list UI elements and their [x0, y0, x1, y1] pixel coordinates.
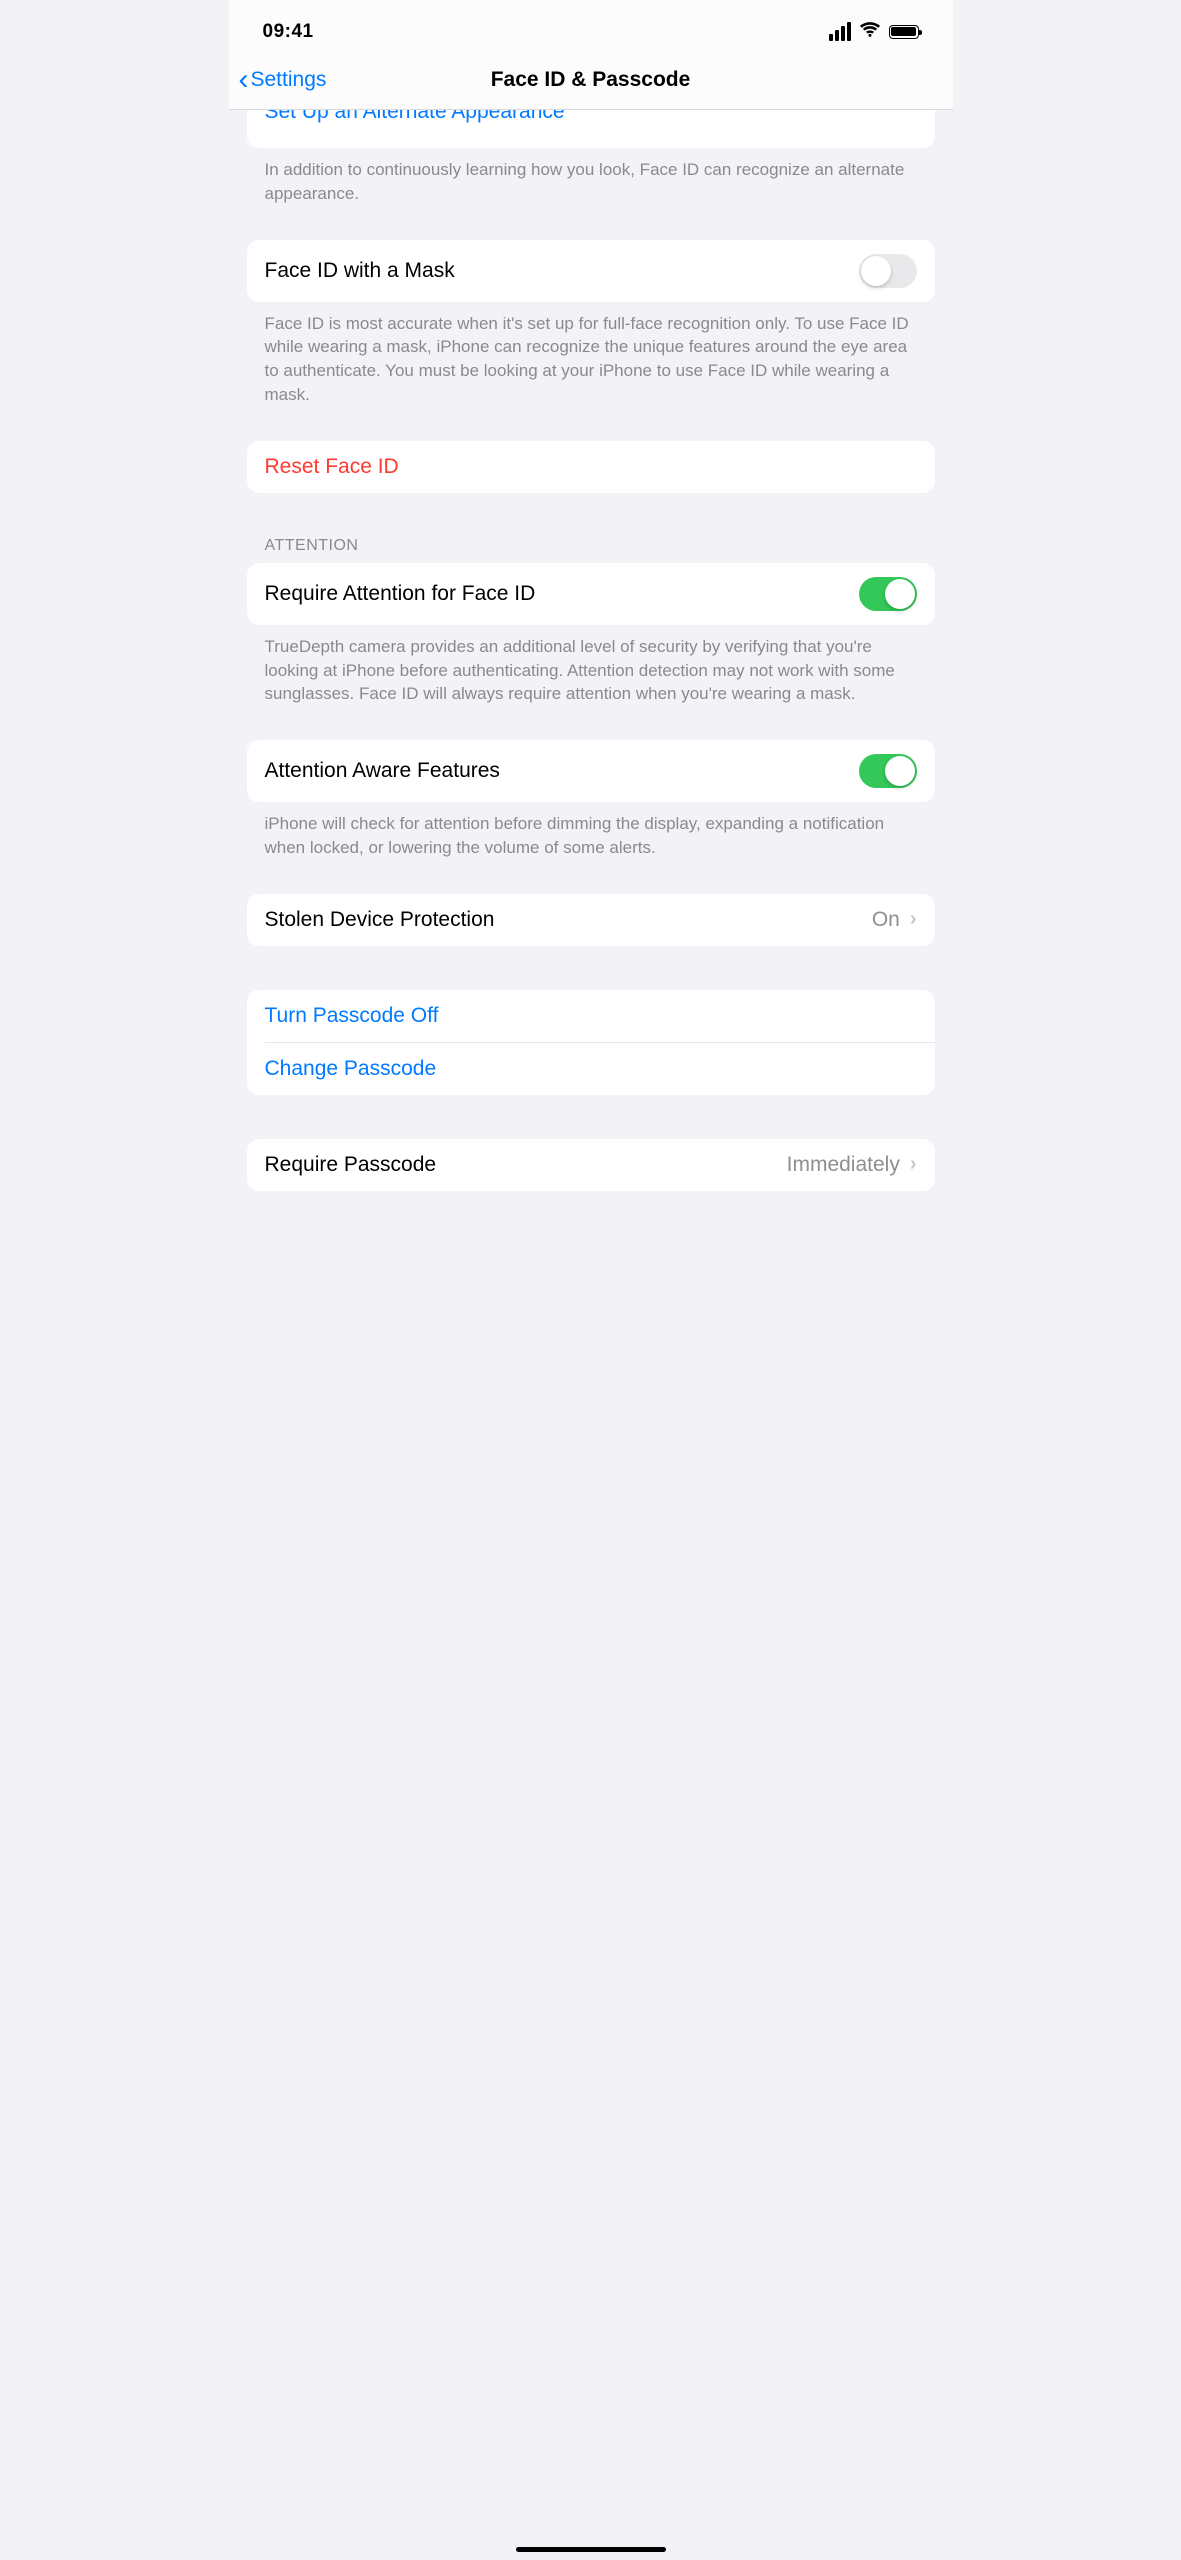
- page-title: Face ID & Passcode: [229, 68, 953, 92]
- require-passcode-value: Immediately: [787, 1153, 900, 1177]
- face-id-mask-toggle[interactable]: [859, 254, 917, 288]
- alternate-appearance-footer: In addition to continuously learning how…: [247, 148, 935, 206]
- require-attention-label: Require Attention for Face ID: [265, 582, 536, 606]
- nav-bar: ‹ Settings Face ID & Passcode: [229, 57, 953, 110]
- attention-aware-footer: iPhone will check for attention before d…: [247, 802, 935, 860]
- status-bar: 09:41: [229, 0, 953, 57]
- stolen-device-protection-value: On: [872, 908, 900, 932]
- face-id-mask-label: Face ID with a Mask: [265, 259, 455, 283]
- require-passcode-label: Require Passcode: [265, 1153, 437, 1177]
- face-id-mask-footer: Face ID is most accurate when it's set u…: [247, 302, 935, 407]
- attention-aware-label: Attention Aware Features: [265, 759, 500, 783]
- back-button[interactable]: ‹ Settings: [239, 65, 327, 95]
- setup-alternate-appearance-label: Set Up an Alternate Appearance: [265, 110, 565, 124]
- status-time: 09:41: [263, 21, 314, 43]
- cellular-signal-icon: [829, 22, 851, 41]
- alternate-appearance-card: Set Up an Alternate Appearance: [247, 110, 935, 148]
- attention-aware-row[interactable]: Attention Aware Features: [247, 740, 935, 802]
- stolen-device-protection-row[interactable]: Stolen Device Protection On ›: [247, 894, 935, 946]
- reset-face-id-button[interactable]: Reset Face ID: [247, 441, 935, 493]
- back-label: Settings: [251, 68, 327, 92]
- chevron-left-icon: ‹: [239, 65, 249, 95]
- stolen-device-protection-label: Stolen Device Protection: [265, 908, 495, 932]
- attention-aware-toggle[interactable]: [859, 754, 917, 788]
- wifi-icon: [859, 18, 881, 45]
- turn-passcode-off-button[interactable]: Turn Passcode Off: [247, 990, 935, 1042]
- require-passcode-row[interactable]: Require Passcode Immediately ›: [247, 1139, 935, 1191]
- turn-passcode-off-label: Turn Passcode Off: [265, 1004, 439, 1028]
- require-attention-footer: TrueDepth camera provides an additional …: [247, 625, 935, 706]
- face-id-mask-row[interactable]: Face ID with a Mask: [247, 240, 935, 302]
- setup-alternate-appearance-button[interactable]: Set Up an Alternate Appearance: [247, 110, 935, 148]
- change-passcode-button[interactable]: Change Passcode: [247, 1043, 935, 1095]
- change-passcode-label: Change Passcode: [265, 1057, 437, 1081]
- reset-face-id-label: Reset Face ID: [265, 455, 399, 479]
- home-indicator[interactable]: [516, 2547, 666, 2552]
- attention-section-header: Attention: [247, 537, 935, 563]
- chevron-right-icon: ›: [910, 908, 917, 931]
- chevron-right-icon: ›: [910, 1153, 917, 1176]
- require-attention-toggle[interactable]: [859, 577, 917, 611]
- battery-icon: [889, 25, 919, 39]
- require-attention-row[interactable]: Require Attention for Face ID: [247, 563, 935, 625]
- status-indicators: [829, 18, 919, 45]
